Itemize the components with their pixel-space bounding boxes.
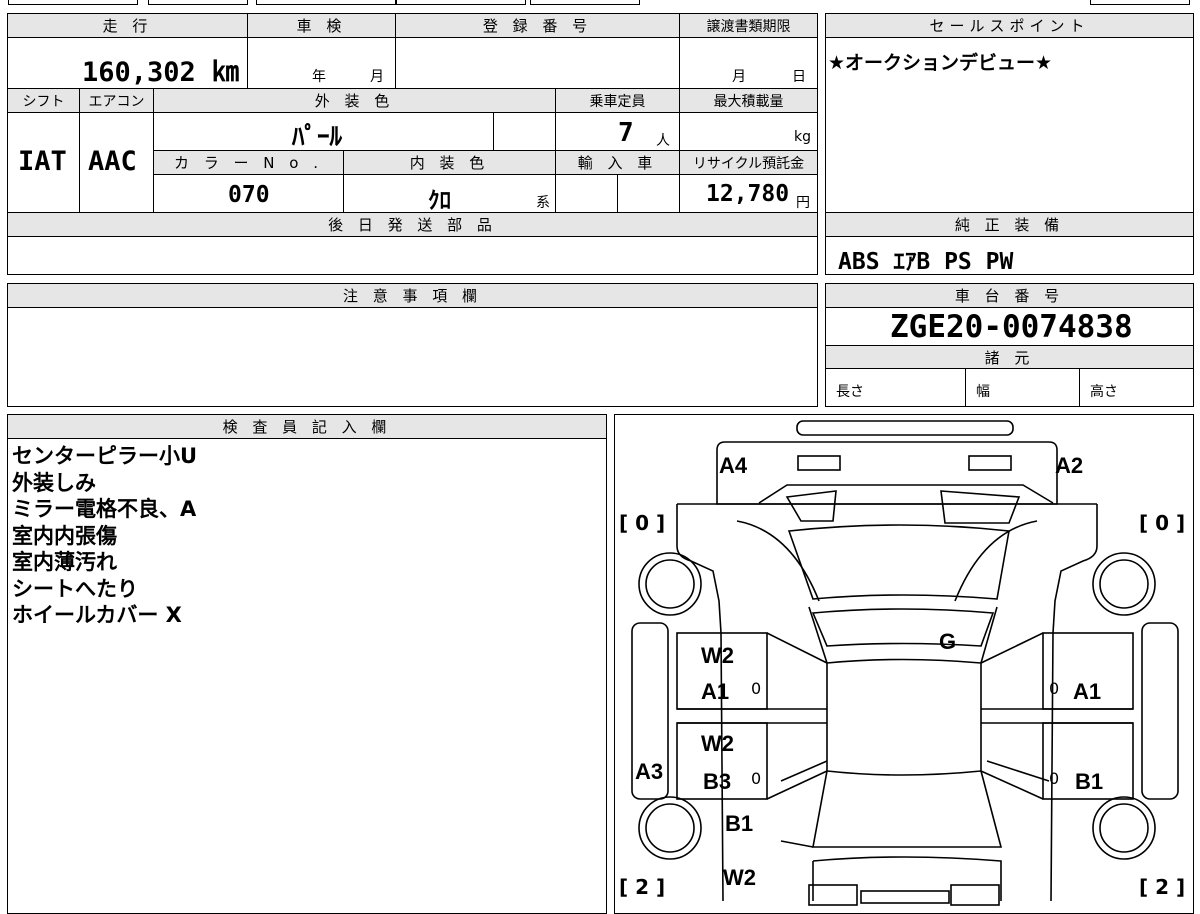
recycle-fee-cell: 12,780 円 — [680, 175, 817, 213]
tire-fr-count: [ 0 ] — [1139, 511, 1186, 535]
spec-label: 諸 元 — [826, 346, 1193, 369]
mileage-value: 160,302 ㎞ — [81, 57, 239, 88]
label-left-front-w2: W2 — [701, 643, 734, 668]
inspector-note: センターピラー小U — [12, 444, 198, 468]
length-label: 長さ — [836, 384, 864, 400]
chassis-number-cell: ZGE20-0074838 — [826, 308, 1193, 346]
import-label: 輸 入 車 — [556, 151, 680, 175]
capacity-unit: 人 — [656, 133, 670, 149]
inspection-cell: 年 月 — [248, 38, 396, 89]
inspection-month: 月 — [370, 69, 384, 85]
width-cell: 幅 — [966, 369, 1080, 406]
registration-cell — [396, 38, 680, 89]
recycle-fee-value: 12,780 — [706, 181, 790, 207]
registration-label: 登 録 番 号 — [396, 14, 680, 38]
shift-value: IAT — [18, 146, 67, 177]
label-right-front-a1: A1 — [1073, 679, 1102, 704]
label-right-rear-b1: B1 — [1075, 769, 1104, 794]
interior-color-value: ｸﾛ — [428, 188, 451, 214]
inspector-note: ミラー電格不良、A — [12, 497, 197, 521]
car-diagram-box: A4 A2 [ 0 ] [ 0 ] [ 2 ] [ 2 ] G W2 A1 0 … — [614, 414, 1194, 914]
ac-cell: AAC — [80, 113, 154, 213]
height-label: 高さ — [1090, 384, 1118, 400]
mileage-cell: 160,302 ㎞ — [8, 38, 248, 89]
capacity-value: 7 — [618, 118, 634, 148]
inspector-note: 外装しみ — [12, 470, 96, 495]
recycle-fee-label: リサイクル預託金 — [680, 151, 817, 175]
label-w2-bottom: W2 — [723, 865, 756, 890]
label-b1-bottom: B1 — [725, 811, 754, 836]
exterior-extra-cell — [494, 113, 556, 151]
inspector-note: シートへたり — [12, 576, 138, 601]
mileage-label: 走 行 — [8, 14, 248, 38]
label-left-rear-w2: W2 — [701, 731, 734, 756]
height-cell: 高さ — [1080, 369, 1193, 406]
tire-fl-count: [ 0 ] — [619, 511, 666, 535]
width-label: 幅 — [976, 384, 990, 400]
equipment-box: 純 正 装 備 ABS ｴｱB PS PW — [825, 212, 1194, 275]
transfer-deadline-label: 譲渡書類期限 — [680, 14, 817, 38]
max-load-cell: kg — [680, 113, 817, 151]
tire-rr-count: [ 2 ] — [1139, 875, 1186, 899]
import-cell-b — [618, 175, 680, 213]
top-cropped-strip — [0, 0, 1200, 6]
length-cell: 長さ — [826, 369, 966, 406]
label-left-front-a1: A1 — [701, 679, 730, 704]
color-no-cell: 070 — [154, 175, 344, 213]
transfer-cell: 月 日 — [680, 38, 817, 89]
ac-label: エアコン — [80, 89, 154, 113]
vehicle-info-table: 走 行 車 検 登 録 番 号 譲渡書類期限 160,302 ㎞ 年 月 月 日… — [7, 13, 818, 275]
shift-label: シフト — [8, 89, 80, 113]
color-no-value: 070 — [228, 182, 270, 208]
caution-box: 注 意 事 項 欄 — [7, 283, 818, 407]
label-left-front-zero: 0 — [751, 679, 762, 698]
sales-point-text: ★オークションデビュー★ — [828, 52, 1053, 74]
max-load-label: 最大積載量 — [680, 89, 817, 113]
import-cell-a — [556, 175, 618, 213]
caution-label: 注 意 事 項 欄 — [8, 284, 817, 308]
inspector-note: 室内内張傷 — [12, 523, 117, 548]
sales-point-box: セールスポイント ★オークションデビュー★ — [825, 13, 1194, 213]
interior-color-cell: ｸﾛ 系 — [344, 175, 556, 214]
max-load-unit: kg — [794, 129, 811, 145]
label-left-rear-b3: B3 — [703, 769, 732, 794]
label-left-rear-zero: 0 — [751, 769, 762, 788]
capacity-label: 乗車定員 — [556, 89, 680, 113]
inspector-notes-label: 検 査 員 記 入 欄 — [8, 415, 606, 439]
inspector-note: 室内薄汚れ — [12, 550, 117, 574]
interior-color-suffix: 系 — [536, 195, 550, 211]
later-parts-cell — [8, 237, 817, 274]
later-parts-label: 後 日 発 送 部 品 — [8, 213, 817, 237]
inspector-notes-box: 検 査 員 記 入 欄 センターピラー小U 外装しみ ミラー電格不良、A 室内内… — [7, 414, 607, 914]
inspector-note: ホイールカバー X — [12, 603, 182, 627]
equipment-value: ABS ｴｱB PS PW — [838, 249, 1014, 275]
label-a2: A2 — [1055, 453, 1084, 478]
inspector-notes-list: センターピラー小U 外装しみ ミラー電格不良、A 室内内張傷 室内薄汚れ シート… — [12, 443, 197, 629]
recycle-fee-unit: 円 — [796, 195, 810, 211]
chassis-number-label: 車 台 番 号 — [826, 284, 1193, 308]
exterior-color-label: 外 装 色 — [154, 89, 556, 113]
equipment-label: 純 正 装 備 — [826, 213, 1193, 237]
inspection-label: 車 検 — [248, 14, 396, 38]
label-g: G — [939, 629, 957, 654]
transfer-day: 日 — [792, 69, 806, 85]
inspection-year: 年 — [312, 69, 326, 85]
label-a4: A4 — [719, 453, 748, 478]
chassis-number-value: ZGE20-0074838 — [890, 309, 1133, 345]
interior-color-label: 内 装 色 — [344, 151, 556, 175]
exterior-color-value: ﾊﾟｰﾙ — [292, 122, 343, 151]
sales-point-label: セールスポイント — [826, 14, 1193, 38]
chassis-box: 車 台 番 号 ZGE20-0074838 諸 元 長さ 幅 高さ — [825, 283, 1194, 407]
color-no-label: カ ラ ー N o . — [154, 151, 344, 175]
shift-cell: IAT — [8, 113, 80, 213]
transfer-month: 月 — [732, 69, 746, 85]
ac-value: AAC — [88, 146, 137, 177]
label-a3: A3 — [635, 759, 664, 784]
label-right-rear-zero: 0 — [1049, 769, 1060, 788]
label-right-front-zero: 0 — [1049, 679, 1060, 698]
tire-rl-count: [ 2 ] — [619, 875, 666, 899]
exterior-color-cell: ﾊﾟｰﾙ — [154, 113, 494, 151]
capacity-cell: 7 人 — [556, 113, 680, 151]
